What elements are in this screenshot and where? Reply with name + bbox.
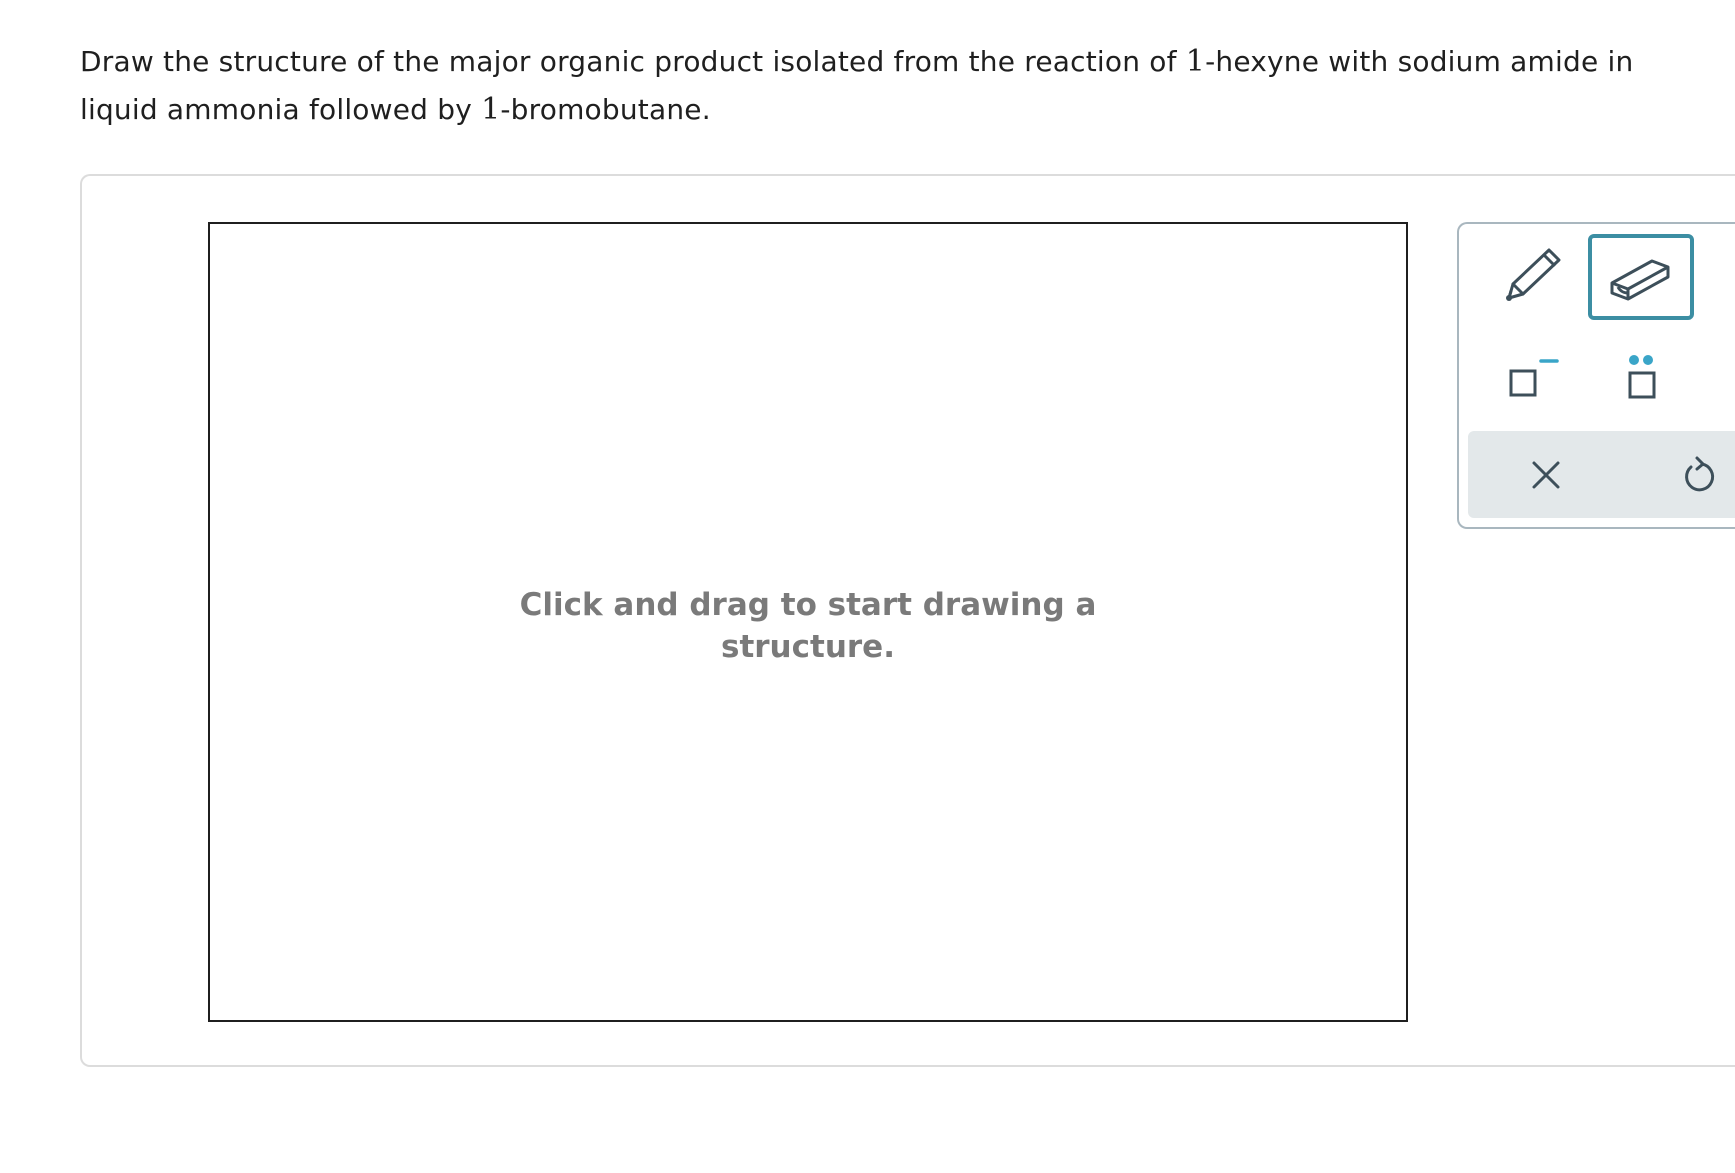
pencil-icon <box>1506 248 1561 301</box>
lone-pair-icon <box>1628 355 1656 399</box>
clear-button[interactable] <box>1496 431 1596 518</box>
drawing-toolbar <box>1457 222 1735 529</box>
canvas-hint-line-2: structure. <box>721 629 895 665</box>
locant-2: 1 <box>481 92 501 127</box>
charge-icon <box>1509 359 1559 397</box>
question-part-3: -bromobutane. <box>500 93 711 126</box>
undo-button[interactable] <box>1648 431 1735 518</box>
canvas-hint-line-1: Click and drag to start drawing a <box>519 587 1097 623</box>
close-icon <box>1532 461 1560 488</box>
canvas-hint: Click and drag to start drawing a struct… <box>210 584 1406 668</box>
eraser-icon <box>1610 259 1670 301</box>
locant-1: 1 <box>1185 44 1206 79</box>
drawing-canvas[interactable]: Click and drag to start drawing a struct… <box>208 222 1408 1022</box>
charge-tool-button[interactable] <box>1479 336 1585 422</box>
undo-icon <box>1685 456 1715 491</box>
question-text: Draw the structure of the major organic … <box>80 38 1720 134</box>
eraser-tool-button[interactable] <box>1588 234 1694 320</box>
question-part-1: Draw the structure of the major organic … <box>80 45 1186 78</box>
lone-pair-tool-button[interactable] <box>1588 336 1694 422</box>
action-bar <box>1468 431 1735 518</box>
pencil-tool-button[interactable] <box>1479 232 1585 318</box>
